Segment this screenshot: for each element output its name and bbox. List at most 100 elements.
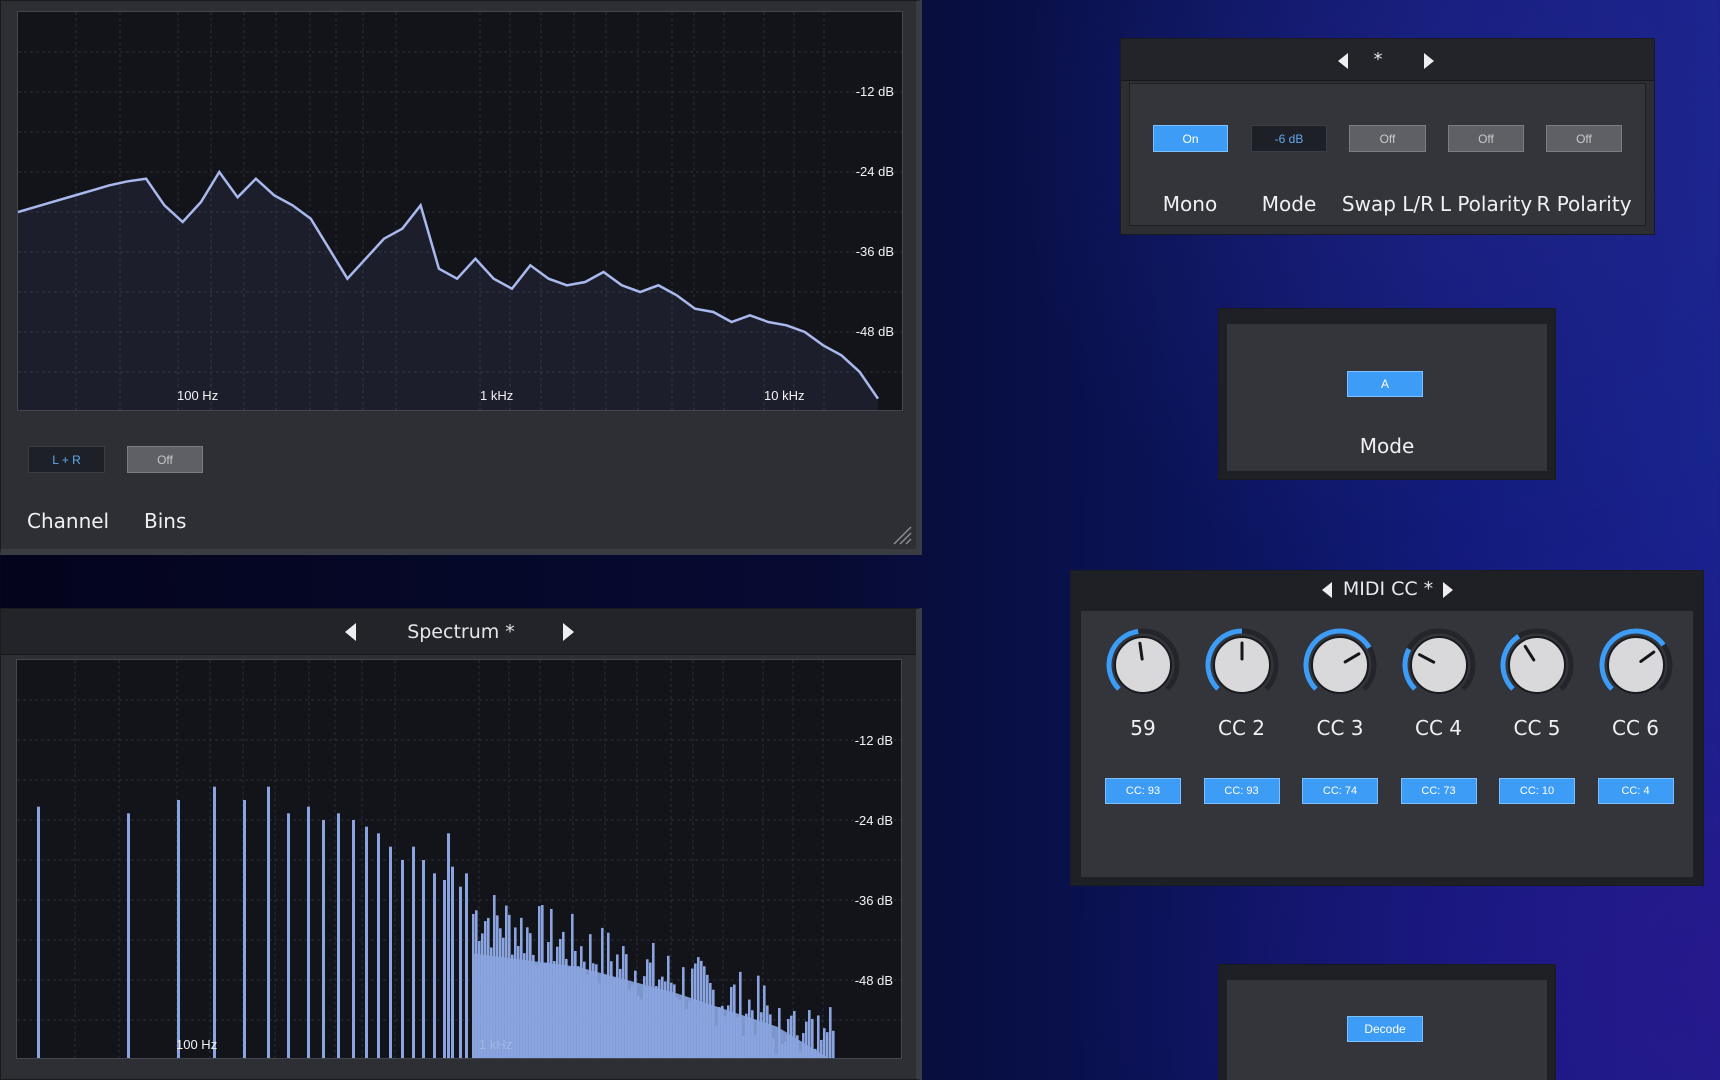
hz-label: 1 kHz (479, 1037, 513, 1052)
spectrum-peak-bar (433, 873, 436, 1058)
prev-preset-arrow-icon[interactable] (1338, 53, 1348, 69)
spectrum-peak-bar (322, 820, 325, 1058)
mono-button[interactable]: On (1153, 125, 1228, 152)
mode-panel: A Mode (1218, 308, 1556, 480)
spectrum-dense-bar (823, 1028, 826, 1058)
spectrum-bars-chart (17, 660, 901, 1058)
midi-knob[interactable] (1202, 625, 1282, 705)
next-preset-arrow-icon[interactable] (1443, 582, 1453, 598)
spectrum-peak-bar (447, 833, 450, 1058)
spectrum-bars-plot: -12 dB -24 dB -36 dB -48 dB 100 Hz 1 kHz (16, 659, 902, 1059)
spectrum-peak-bar (337, 813, 340, 1058)
resize-handle-icon[interactable] (890, 523, 912, 545)
spectrum-peak-bar (307, 806, 310, 1058)
mode-label: Mode (1261, 192, 1317, 216)
midi-knob-label: CC 6 (1611, 716, 1659, 740)
midi-cc-assign-button[interactable]: CC: 93 (1203, 778, 1280, 804)
spectrum-peak-bar (401, 860, 404, 1058)
midi-knob[interactable] (1497, 625, 1577, 705)
midi-knob-group: CC 2 CC: 93 (1202, 611, 1282, 871)
mode-button[interactable]: -6 dB (1251, 125, 1327, 152)
l-polarity-button[interactable]: Off (1448, 125, 1524, 152)
prev-preset-arrow-icon[interactable] (1322, 582, 1332, 598)
spectrum-peak-bar (465, 873, 468, 1058)
spectrum-dense-bar (826, 1032, 829, 1058)
knob-face (1311, 636, 1369, 694)
midi-knob-label: CC 2 (1217, 716, 1265, 740)
mode-label: Mode (1359, 434, 1415, 458)
spectrum-peak-bar (451, 866, 454, 1058)
bins-button[interactable]: Off (127, 446, 203, 473)
midi-knob-label: CC 4 (1414, 716, 1462, 740)
decode-button[interactable]: Decode (1347, 1016, 1423, 1042)
next-preset-arrow-icon[interactable] (1424, 53, 1434, 69)
db-label: -24 dB (855, 164, 894, 179)
spectrum-curve-fill (18, 172, 878, 410)
knob-face (1508, 636, 1566, 694)
next-preset-arrow-icon[interactable] (563, 623, 574, 641)
db-label: -36 dB (854, 893, 893, 908)
utility-preset-bar: * (1121, 39, 1654, 81)
midi-preset-title: MIDI CC * (1342, 578, 1434, 600)
midi-cc-panel: MIDI CC * 59 CC: 93 CC 2 CC: 93 CC 3 CC: 74 CC… (1070, 570, 1704, 886)
db-label: -24 dB (854, 813, 893, 828)
swap-lr-label: Swap L/R (1341, 192, 1435, 216)
channel-button[interactable]: L + R (28, 446, 105, 473)
midi-cc-assign-button[interactable]: CC: 74 (1302, 778, 1378, 804)
hz-label: 10 kHz (764, 388, 805, 403)
hz-label: 1 kHz (480, 388, 514, 403)
midi-knob-row: 59 CC: 93 CC 2 CC: 93 CC 3 CC: 74 CC 4 CC: 73 CC… (1081, 611, 1693, 877)
prev-preset-arrow-icon[interactable] (345, 623, 356, 641)
midi-cc-assign-button[interactable]: CC: 73 (1400, 778, 1477, 804)
r-polarity-button[interactable]: Off (1546, 125, 1622, 152)
spectrum-curve-chart (18, 12, 902, 410)
mono-label: Mono (1162, 192, 1218, 216)
utility-controls: On -6 dB Off Off Off Mono Mode Swap L/R … (1129, 83, 1646, 226)
midi-cc-assign-button[interactable]: CC: 4 (1597, 778, 1674, 804)
hz-label: 100 Hz (177, 388, 219, 403)
midi-cc-assign-button[interactable]: CC: 93 (1105, 778, 1181, 804)
spectrum-peak-bar (352, 820, 355, 1058)
spectrum-peak-bar (377, 833, 380, 1058)
midi-knob[interactable] (1596, 625, 1676, 705)
spectrum-dense-bar (829, 1007, 832, 1058)
db-label: -12 dB (855, 84, 894, 99)
utility-preset-name: * (1373, 49, 1383, 70)
spectrum-analyzer-panel: -12 dB -24 dB -36 dB -48 dB 100 Hz 1 kHz… (0, 0, 922, 555)
midi-knob[interactable] (1103, 625, 1183, 705)
bins-label: Bins (144, 509, 187, 533)
spectrum-peak-bar (412, 846, 415, 1058)
spectrum-peak-bar (422, 860, 425, 1058)
midi-knob-label: CC 3 (1316, 716, 1364, 740)
spectrum-peak-bar (287, 813, 290, 1058)
knob-face (1409, 636, 1468, 694)
midi-cc-assign-button[interactable]: CC: 10 (1499, 778, 1575, 804)
spectrum-dense-bar (832, 1030, 835, 1058)
midi-knob-group: CC 4 CC: 73 (1399, 611, 1479, 871)
midi-knob-group: 59 CC: 93 (1103, 611, 1183, 871)
spectrum-plot: -12 dB -24 dB -36 dB -48 dB 100 Hz 1 kHz… (17, 11, 903, 411)
swap-lr-button[interactable]: Off (1349, 125, 1426, 152)
spectrum-peak-bar (243, 800, 246, 1058)
mode-a-button[interactable]: A (1347, 371, 1423, 397)
spectrum-peak-bar (267, 786, 270, 1058)
spectrum-preset-bar: Spectrum * (1, 609, 916, 655)
midi-knob-group: CC 3 CC: 74 (1300, 611, 1380, 871)
db-label: -48 dB (854, 973, 893, 988)
spectrum-peak-bar (213, 786, 216, 1058)
spectrum-peak-bar (443, 880, 446, 1058)
spectrum-peak-bar (459, 886, 462, 1058)
mode-controls: A Mode (1227, 324, 1547, 471)
spectrum-peak-bar (177, 800, 180, 1058)
r-polarity-label: R Polarity (1536, 192, 1632, 216)
midi-knob-label: 59 (1130, 716, 1156, 740)
spectrum-preset-title: Spectrum * (407, 621, 515, 643)
knob-face (1114, 636, 1172, 694)
midi-knob[interactable] (1300, 625, 1380, 705)
decode-controls: Decode (1227, 980, 1547, 1080)
spectrum-peak-bar (389, 846, 392, 1058)
midi-knob[interactable] (1399, 625, 1479, 705)
knob-face (1606, 636, 1665, 694)
hz-label: 100 Hz (176, 1037, 218, 1052)
db-label: -48 dB (855, 324, 894, 339)
